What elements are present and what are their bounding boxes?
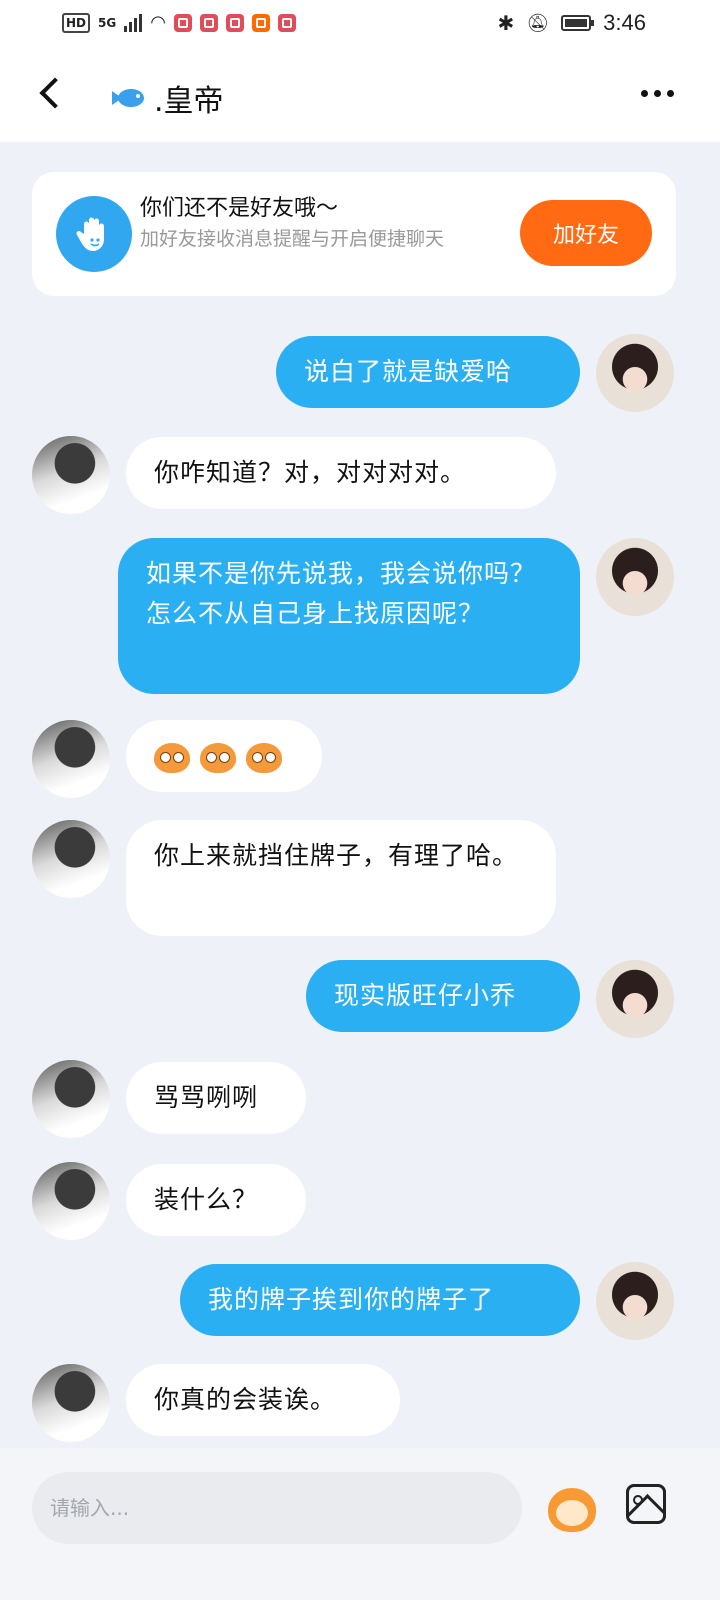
status-bar: HD 5G ◠ ✱ 🔕︎ 3:46 [0, 0, 720, 50]
contact-avatar[interactable] [32, 1364, 110, 1442]
contact-avatar[interactable] [32, 1162, 110, 1240]
contact-name: .皇帝 [154, 84, 224, 119]
my-avatar[interactable] [596, 334, 674, 412]
message-bubble[interactable]: 骂骂咧咧 [126, 1062, 306, 1134]
more-dots-icon[interactable] [641, 90, 674, 97]
message-composer [0, 1448, 720, 1600]
add-friend-card: 你们还不是好友哦～ 加好友接收消息提醒与开启便捷聊天 加好友 [32, 172, 676, 296]
message-input[interactable] [32, 1472, 522, 1544]
fish-emoji-icon [112, 85, 152, 111]
monkey-emoji-icon [154, 743, 190, 775]
monkey-emoji-icon [246, 743, 282, 775]
chat-header: .皇帝 [0, 50, 720, 142]
monkey-emoji-icon[interactable] [544, 1482, 600, 1536]
status-left: HD 5G ◠ [62, 12, 296, 33]
add-friend-button[interactable]: 加好友 [520, 200, 652, 266]
notification-icon [277, 13, 296, 32]
friend-prompt-title: 你们还不是好友哦～ [140, 196, 339, 221]
message-bubble[interactable]: 你咋知道？对，对对对对。 [126, 437, 556, 509]
notification-icon [173, 13, 192, 32]
status-right: ✱ 🔕︎ 3:46 [498, 10, 646, 36]
message-bubble[interactable]: 装什么？ [126, 1164, 306, 1236]
monkey-emoji-icon [200, 743, 236, 775]
contact-avatar[interactable] [32, 1060, 110, 1138]
signal-bars-icon [124, 13, 143, 32]
signal-indicator: 5G [98, 15, 117, 30]
contact-avatar[interactable] [32, 720, 110, 798]
contact-avatar[interactable] [32, 820, 110, 898]
battery-icon [561, 15, 595, 31]
message-bubble-stickers[interactable] [126, 720, 322, 792]
hd-indicator: HD [62, 12, 91, 33]
my-avatar[interactable] [596, 960, 674, 1038]
message-bubble[interactable]: 我的牌子挨到你的牌子了 [180, 1264, 580, 1336]
bluetooth-icon: ✱ [497, 11, 515, 35]
wave-hand-icon [56, 196, 132, 272]
notification-icon [225, 13, 244, 32]
back-arrow-icon[interactable] [39, 77, 71, 109]
message-bubble[interactable]: 说白了就是缺爱哈 [276, 336, 580, 408]
mute-bell-icon: 🔕︎ [526, 12, 550, 34]
contact-avatar[interactable] [32, 436, 110, 514]
notification-icon [251, 13, 270, 32]
notification-icon [199, 13, 218, 32]
message-bubble[interactable]: 现实版旺仔小乔 [306, 960, 580, 1032]
friend-prompt-subtitle: 加好友接收消息提醒与开启便捷聊天 [140, 228, 445, 250]
message-bubble[interactable]: 如果不是你先说我，我会说你吗？怎么不从自己身上找原因呢？ [118, 538, 580, 694]
my-avatar[interactable] [596, 538, 674, 616]
image-icon[interactable] [626, 1484, 666, 1524]
chat-title: .皇帝 [112, 76, 224, 120]
message-bubble[interactable]: 你上来就挡住牌子，有理了哈。 [126, 820, 556, 936]
my-avatar[interactable] [596, 1262, 674, 1340]
message-bubble[interactable]: 你真的会装诶。 [126, 1364, 400, 1436]
clock: 3:46 [603, 10, 646, 35]
wifi-icon: ◠ [150, 12, 166, 33]
